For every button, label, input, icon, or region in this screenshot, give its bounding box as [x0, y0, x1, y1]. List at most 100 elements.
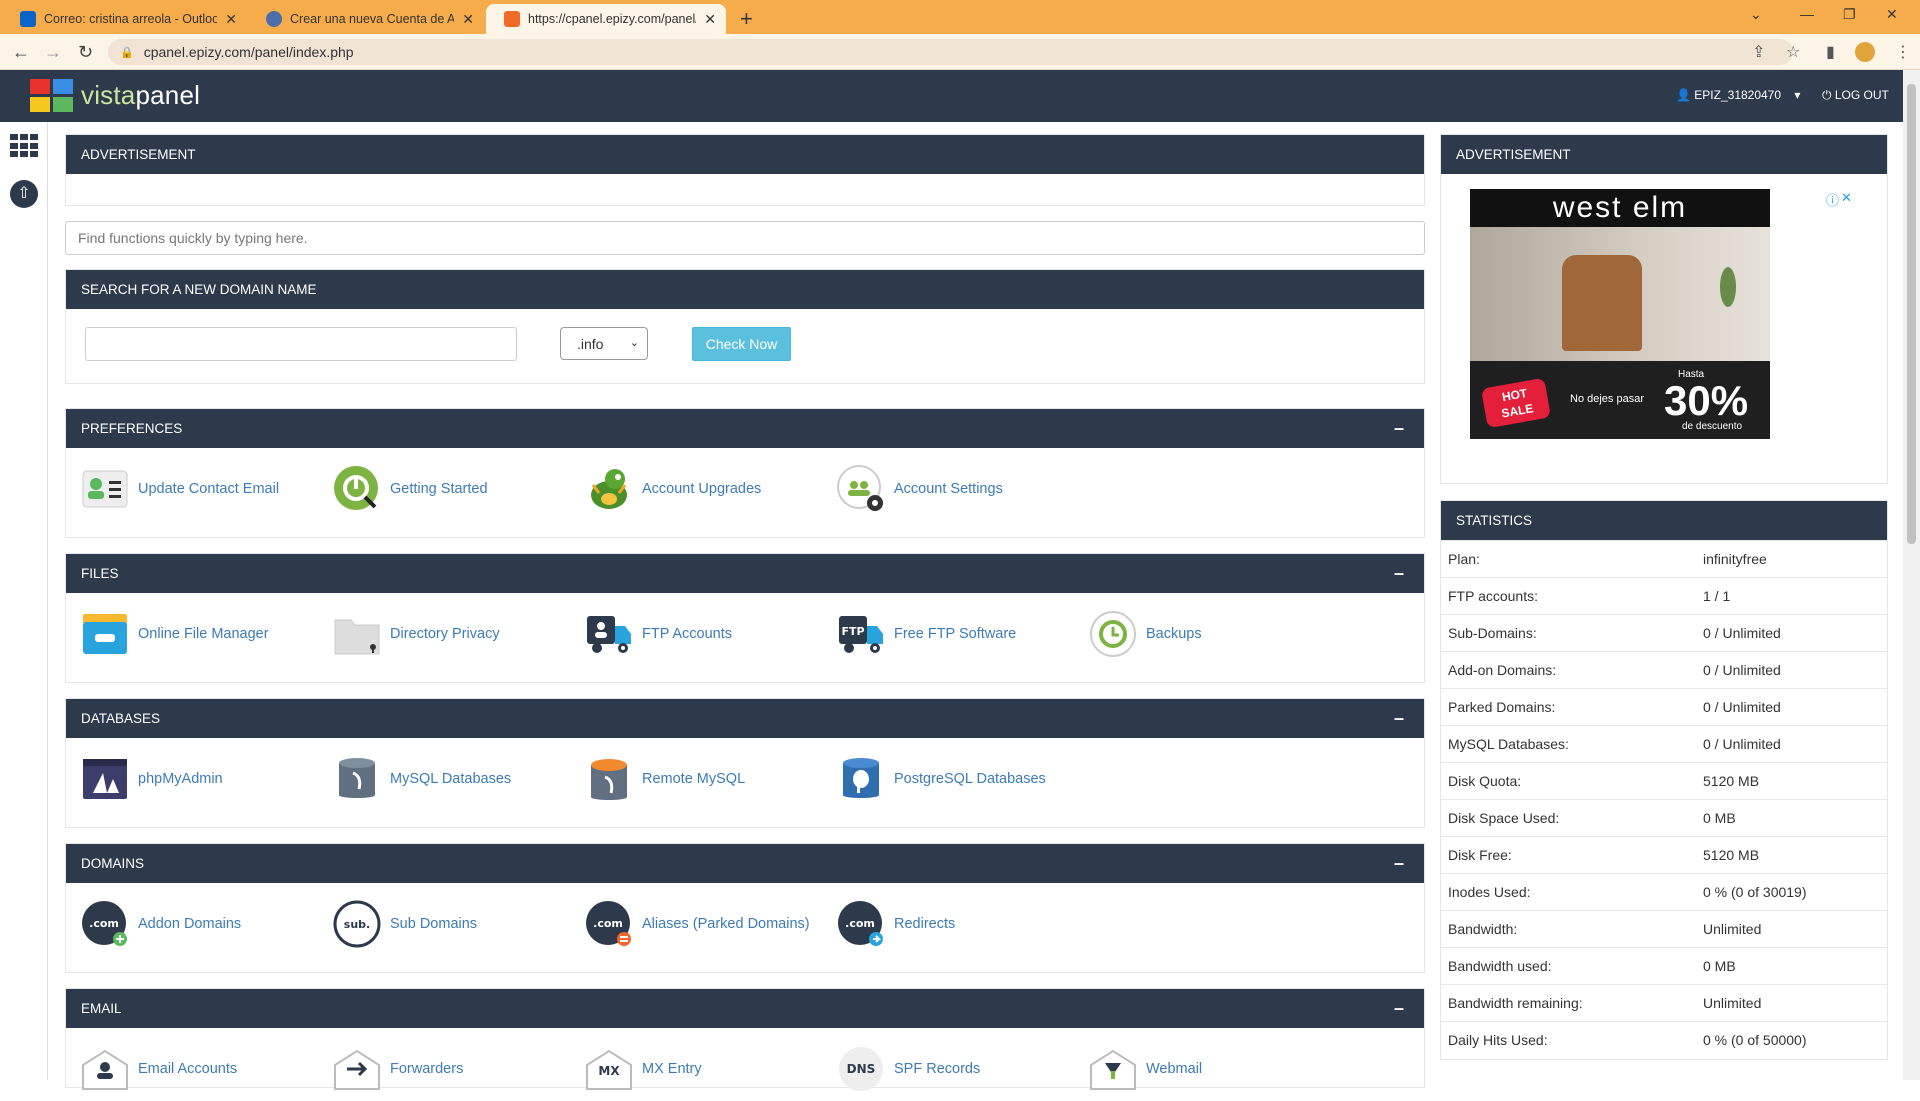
files-header: FILES – [66, 554, 1424, 593]
webmail-link[interactable]: Webmail [1089, 1045, 1202, 1093]
postgresql-icon [837, 755, 885, 803]
check-now-button[interactable]: Check Now [692, 327, 791, 361]
close-window-icon[interactable]: ✕ [1886, 6, 1898, 23]
email-accounts-link[interactable]: Email Accounts [81, 1045, 237, 1093]
item-label: FTP Accounts [642, 626, 732, 642]
icon-text-dns: DNS [847, 1062, 876, 1076]
item-label: Update Contact Email [138, 481, 280, 497]
parked-domain-icon: .com [585, 900, 633, 948]
tab-search-icon[interactable]: ⌄ [1750, 6, 1762, 23]
profile-avatar-icon[interactable] [1855, 42, 1875, 62]
browser-menu-icon[interactable]: ⋮ [1895, 42, 1911, 62]
tab-title: Crear una nueva Cuenta de Aloja [290, 12, 455, 26]
logo-text-panel: panel [135, 80, 201, 110]
phpmyadmin-link[interactable]: phpMyAdmin [81, 755, 223, 803]
reload-icon[interactable]: ↻ [78, 42, 93, 63]
item-label: Directory Privacy [390, 626, 500, 642]
spf-records-link[interactable]: DNS SPF Records [837, 1045, 980, 1093]
advertisement-title: ADVERTISEMENT [66, 135, 1424, 174]
browser-tab-cpanel[interactable]: https://cpanel.epizy.com/panel/i ✕ [486, 4, 726, 34]
tld-select[interactable]: .info ⌄ [560, 327, 648, 360]
redirects-link[interactable]: .com Redirects [837, 900, 955, 948]
online-file-manager-link[interactable]: Online File Manager [81, 610, 269, 658]
user-menu[interactable]: 👤 EPIZ_31820470 ▾ [1676, 88, 1800, 102]
upload-icon[interactable]: ⇧ [10, 180, 38, 208]
tab-title: Correo: cristina arreola - Outlook [44, 12, 218, 26]
backups-link[interactable]: Backups [1089, 610, 1202, 658]
logout-button[interactable]: ⏻ LOG OUT [1822, 88, 1889, 103]
vistapanel-logo[interactable]: vistapanel [30, 79, 200, 112]
apps-grid-icon[interactable] [10, 134, 38, 158]
item-label: Online File Manager [138, 626, 269, 642]
getting-started-link[interactable]: Getting Started [333, 465, 488, 513]
collapse-icon[interactable]: – [1394, 699, 1404, 738]
databases-panel: DATABASES – phpMyAdmin MySQL Databases Re… [65, 698, 1425, 828]
stat-value: 5120 MB [1703, 773, 1760, 789]
dns-icon: DNS [837, 1045, 885, 1093]
collapse-icon[interactable]: – [1394, 844, 1404, 883]
domain-name-input[interactable] [85, 327, 517, 361]
addon-domains-link[interactable]: .com Addon Domains [81, 900, 241, 948]
ad-info-icon[interactable]: ⓘ [1826, 190, 1839, 209]
item-label: Webmail [1146, 1061, 1203, 1077]
statistics-title: STATISTICS [1441, 501, 1887, 540]
free-ftp-software-link[interactable]: FTP Free FTP Software [837, 610, 1016, 658]
postgresql-databases-link[interactable]: PostgreSQL Databases [837, 755, 1046, 803]
scrollbar-thumb[interactable] [1907, 84, 1916, 544]
close-tab-icon[interactable]: ✕ [462, 11, 474, 28]
bookmark-star-icon[interactable]: ☆ [1786, 42, 1800, 62]
item-label: MySQL Databases [390, 771, 512, 787]
page-scrollbar[interactable] [1903, 70, 1920, 1080]
stat-label: Add-on Domains: [1448, 662, 1557, 678]
item-label: phpMyAdmin [138, 771, 223, 787]
ad-close-icon[interactable]: ✕ [1841, 190, 1852, 206]
item-label: MX Entry [642, 1061, 702, 1077]
address-bar: ← → ↻ 🔒 cpanel.epizy.com/panel/index.php… [0, 34, 1920, 70]
stat-row: Add-on Domains: 0 / Unlimited [1441, 651, 1887, 688]
ftp-accounts-link[interactable]: FTP Accounts [585, 610, 732, 658]
aliases-link[interactable]: .com Aliases (Parked Domains) [585, 900, 810, 948]
forward-icon[interactable]: → [44, 42, 62, 63]
item-label: Backups [1146, 626, 1202, 642]
close-tab-icon[interactable]: ✕ [704, 11, 716, 28]
close-tab-icon[interactable]: ✕ [225, 11, 237, 28]
account-settings-link[interactable]: Account Settings [837, 465, 1003, 513]
forwarders-link[interactable]: Forwarders [333, 1045, 463, 1093]
files-title: FILES [81, 566, 119, 581]
mx-entry-link[interactable]: MX MX Entry [585, 1045, 702, 1093]
mysql-databases-link[interactable]: MySQL Databases [333, 755, 511, 803]
stat-label: Sub-Domains: [1448, 625, 1537, 641]
url-text: cpanel.epizy.com/panel/index.php [143, 44, 354, 60]
directory-privacy-link[interactable]: Directory Privacy [333, 610, 500, 658]
browser-tab-outlook[interactable]: Correo: cristina arreola - Outlook ✕ [2, 4, 247, 34]
new-tab-icon[interactable]: + [740, 6, 753, 32]
stat-value: 0 % (0 of 30019) [1703, 884, 1807, 900]
collapse-icon[interactable]: – [1394, 554, 1404, 593]
url-field[interactable]: 🔒 cpanel.epizy.com/panel/index.php [108, 39, 1793, 65]
function-search-input[interactable]: Find functions quickly by typing here. [65, 221, 1425, 255]
collapse-icon[interactable]: – [1394, 989, 1404, 1028]
stat-row: Sub-Domains: 0 / Unlimited [1441, 614, 1887, 651]
collapse-icon[interactable]: – [1394, 409, 1404, 448]
account-upgrades-link[interactable]: Account Upgrades [585, 465, 761, 513]
stat-label: FTP accounts: [1448, 588, 1539, 604]
update-contact-email-link[interactable]: Update Contact Email [81, 465, 279, 513]
minimize-icon[interactable]: — [1800, 6, 1814, 22]
hot-sale-badge: HOT SALE [1481, 377, 1551, 429]
file-manager-icon [81, 610, 129, 658]
addon-domain-icon: .com [81, 900, 129, 948]
sub-domains-link[interactable]: sub. Sub Domains [333, 900, 477, 948]
stat-value: 0 / Unlimited [1703, 662, 1781, 678]
icon-text-com: .com [593, 917, 623, 930]
user-icon: 👤 [1676, 88, 1691, 102]
remote-mysql-link[interactable]: Remote MySQL [585, 755, 745, 803]
restore-icon[interactable]: ❐ [1843, 6, 1856, 23]
back-icon[interactable]: ← [12, 42, 30, 63]
share-icon[interactable]: ⇪ [1752, 42, 1765, 62]
west-elm-ad[interactable]: west elm HOT SALE No dejes pasar Hasta 30… [1470, 189, 1770, 439]
side-panel-icon[interactable]: ▮ [1826, 42, 1835, 62]
browser-tab-crear[interactable]: Crear una nueva Cuenta de Aloja ✕ [248, 4, 484, 34]
icon-text-sub: sub. [344, 918, 370, 931]
statistics-table: Plan: infinityfree FTP accounts: 1 / 1 Sub… [1441, 540, 1887, 1060]
email-header: EMAIL – [66, 989, 1424, 1028]
